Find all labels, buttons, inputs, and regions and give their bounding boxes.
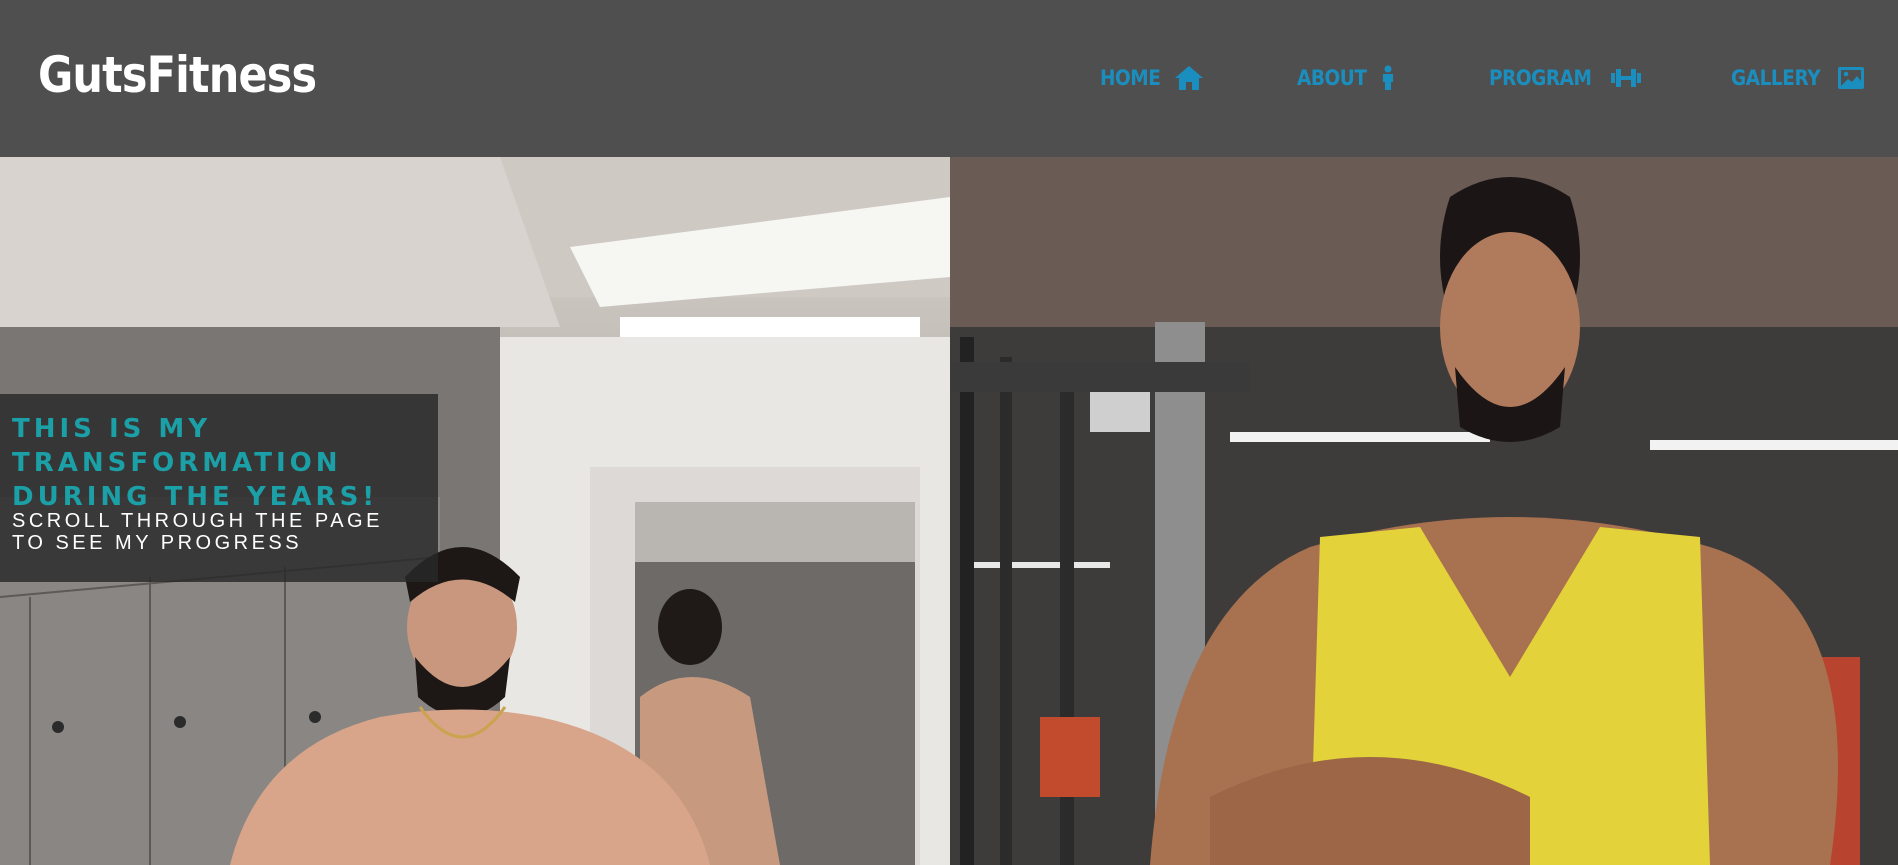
nav-item-label: PROGRAM [1489,66,1592,90]
nav-item-gallery[interactable]: GALLERY [1731,60,1865,96]
site-header: GutsFitness HOME ABOUT PROGRAM GALLERY [0,0,1898,157]
nav-item-home[interactable]: HOME [1100,60,1204,96]
image-icon [1838,67,1865,89]
hero-text-box: THIS IS MY TRANSFORMATION DURING THE YEA… [0,394,438,582]
nav-item-label: ABOUT [1297,66,1367,90]
after-photo-illustration [950,157,1898,865]
person-icon [1383,65,1393,90]
hero-subheading: SCROLL THROUGH THE PAGE TO SEE MY PROGRE… [12,510,383,554]
main-nav: HOME ABOUT PROGRAM GALLERY [0,60,1898,96]
home-icon [1174,66,1203,90]
nav-item-program[interactable]: PROGRAM [1489,60,1642,96]
hero-section: THIS IS MY TRANSFORMATION DURING THE YEA… [0,157,1898,865]
nav-item-label: HOME [1100,66,1161,90]
nav-item-label: GALLERY [1731,66,1821,90]
hero-heading: THIS IS MY TRANSFORMATION DURING THE YEA… [12,414,379,512]
dumbbell-icon [1611,69,1642,87]
after-photo [950,157,1898,865]
nav-item-about[interactable]: ABOUT [1297,60,1395,96]
